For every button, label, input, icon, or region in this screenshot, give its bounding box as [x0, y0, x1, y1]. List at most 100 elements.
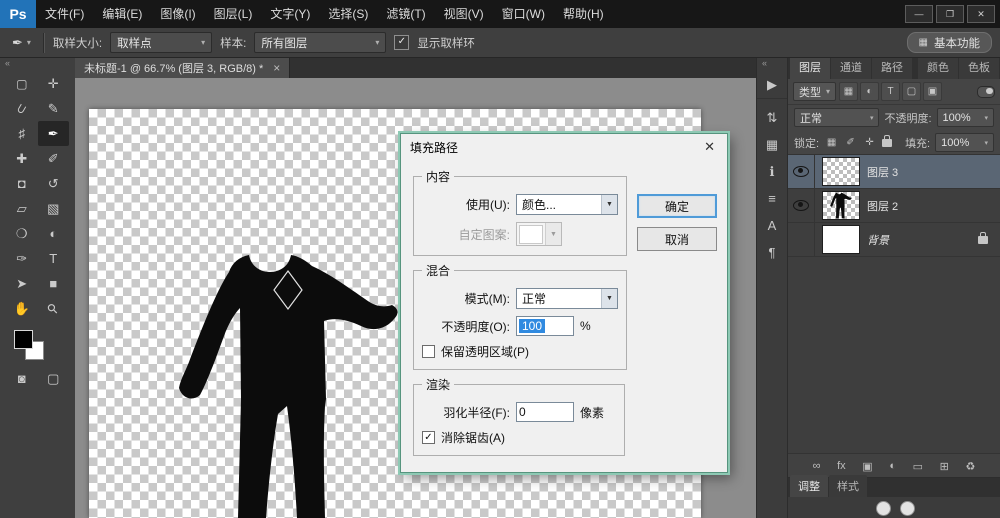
- tab-swatches[interactable]: 色板: [959, 55, 999, 79]
- ok-button[interactable]: 确定: [637, 194, 717, 218]
- tab-paths[interactable]: 路径: [872, 55, 912, 79]
- lock-position-icon[interactable]: ✛: [862, 135, 877, 150]
- lock-pixels-icon[interactable]: ✐: [843, 135, 858, 150]
- filter-pixel-icon[interactable]: ▦: [839, 82, 859, 101]
- adjustment-icon-1[interactable]: [876, 501, 891, 516]
- blur-tool[interactable]: ❍: [6, 221, 38, 246]
- shape-tool[interactable]: ■: [38, 271, 70, 296]
- layer-effects-icon[interactable]: fx: [837, 460, 846, 472]
- link-layers-icon[interactable]: ∞: [813, 460, 821, 472]
- mode-dropdown[interactable]: 正常 ▼: [516, 288, 618, 309]
- collapse-arrows-icon[interactable]: «: [0, 57, 75, 71]
- fill-dropdown[interactable]: 100% ▾: [935, 133, 994, 152]
- healing-brush-tool[interactable]: ✚: [6, 146, 38, 171]
- close-button[interactable]: ✕: [967, 5, 995, 23]
- lock-transparency-icon[interactable]: ▦: [824, 135, 839, 150]
- blend-mode-dropdown[interactable]: 正常 ▾: [794, 108, 880, 127]
- dialog-titlebar[interactable]: 填充路径 ✕: [401, 134, 727, 160]
- layer-group-icon[interactable]: ▭: [913, 460, 923, 473]
- filter-smart-object-icon[interactable]: ▣: [923, 82, 943, 101]
- maximize-button[interactable]: ❐: [936, 5, 964, 23]
- tab-styles[interactable]: 样式: [829, 475, 867, 497]
- cancel-button[interactable]: 取消: [637, 227, 717, 251]
- filter-shape-icon[interactable]: ▢: [902, 82, 922, 101]
- layer-row[interactable]: 图层 2: [788, 189, 1000, 223]
- filter-toggle[interactable]: [977, 85, 995, 98]
- menu-item[interactable]: 选择(S): [319, 0, 377, 28]
- preserve-transparency-checkbox[interactable]: [422, 345, 435, 358]
- character-panel-icon[interactable]: A: [757, 212, 787, 239]
- feather-input[interactable]: 0: [516, 402, 574, 422]
- opacity-dropdown[interactable]: 100% ▾: [936, 108, 994, 127]
- menu-item[interactable]: 滤镜(T): [377, 0, 434, 28]
- pen-tool[interactable]: ✑: [6, 246, 38, 271]
- visibility-toggle[interactable]: [788, 223, 815, 256]
- eyedropper-tool[interactable]: ✒: [37, 121, 69, 146]
- layer-thumbnail[interactable]: [822, 225, 860, 254]
- visibility-toggle[interactable]: [788, 189, 815, 222]
- menu-item[interactable]: 帮助(H): [554, 0, 613, 28]
- visibility-toggle[interactable]: [788, 155, 815, 188]
- move-tool[interactable]: ✛: [38, 71, 70, 96]
- sample-dropdown[interactable]: 所有图层 ▾: [254, 32, 387, 53]
- gradient-tool[interactable]: ▧: [38, 196, 70, 221]
- menu-item[interactable]: 图像(I): [151, 0, 204, 28]
- menu-item[interactable]: 编辑(E): [93, 0, 151, 28]
- screen-mode-tool[interactable]: ▢: [38, 366, 70, 391]
- workspace-switcher-button[interactable]: ▦ 基本功能: [906, 32, 992, 53]
- history-brush-tool[interactable]: ↺: [38, 171, 70, 196]
- menu-item[interactable]: 图层(L): [205, 0, 262, 28]
- lock-all-icon[interactable]: [882, 134, 893, 147]
- hand-tool[interactable]: ✋: [6, 296, 38, 321]
- quick-mask-tool[interactable]: ◙: [6, 366, 38, 391]
- adjustment-icon-2[interactable]: [900, 501, 915, 516]
- brush-tool[interactable]: ✐: [38, 146, 70, 171]
- info-icon[interactable]: ℹ: [757, 158, 787, 185]
- actions-icon[interactable]: ≡: [757, 185, 787, 212]
- use-dropdown[interactable]: 颜色... ▼: [516, 194, 618, 215]
- layer-row[interactable]: 图层 3: [788, 155, 1000, 189]
- eraser-tool[interactable]: ▱: [6, 196, 38, 221]
- menu-item[interactable]: 窗口(W): [493, 0, 554, 28]
- layer-mask-icon[interactable]: ▣: [862, 460, 872, 473]
- type-tool[interactable]: T: [38, 246, 70, 271]
- antialias-checkbox[interactable]: ✓: [422, 431, 435, 444]
- foreground-color-swatch[interactable]: [14, 330, 33, 349]
- marquee-tool[interactable]: ▢: [6, 71, 38, 96]
- sample-size-dropdown[interactable]: 取样点 ▾: [110, 32, 213, 53]
- layer-row[interactable]: 背景: [788, 223, 1000, 257]
- swatches-icon[interactable]: ▦: [757, 131, 787, 158]
- new-layer-icon[interactable]: ⊞: [940, 460, 949, 473]
- tab-channels[interactable]: 通道: [831, 55, 871, 79]
- clone-stamp-tool[interactable]: ◘: [6, 171, 38, 196]
- opacity-input[interactable]: 100: [516, 316, 574, 336]
- quick-select-tool[interactable]: ✎: [38, 96, 70, 121]
- dialog-close-icon[interactable]: ✕: [701, 139, 718, 155]
- layer-thumbnail[interactable]: [822, 157, 860, 186]
- path-select-tool[interactable]: ➤: [6, 271, 38, 296]
- dodge-tool[interactable]: ◐: [38, 221, 70, 246]
- adjustment-layer-icon[interactable]: ◐: [889, 460, 896, 472]
- expand-dock-icon[interactable]: ▶: [757, 71, 787, 99]
- collapse-arrows-icon[interactable]: «: [757, 57, 787, 71]
- navigator-icon[interactable]: ⇅: [757, 104, 787, 131]
- tab-color[interactable]: 颜色: [918, 55, 958, 79]
- paragraph-panel-icon[interactable]: ¶: [757, 239, 787, 266]
- delete-layer-icon[interactable]: ♻: [965, 460, 975, 473]
- crop-tool[interactable]: ♯: [6, 121, 38, 146]
- menu-item[interactable]: 文件(F): [36, 0, 93, 28]
- filter-adjustment-icon[interactable]: ◐: [860, 82, 880, 101]
- filter-kind-dropdown[interactable]: 类型 ▾: [793, 82, 837, 101]
- tool-preset-picker[interactable]: ✒ ▾: [8, 34, 35, 52]
- tab-layers[interactable]: 图层: [790, 55, 830, 79]
- tab-adjustments[interactable]: 调整: [790, 475, 828, 497]
- filter-type-icon[interactable]: T: [881, 82, 901, 101]
- menu-item[interactable]: 视图(V): [435, 0, 493, 28]
- tab-close-icon[interactable]: ×: [273, 61, 280, 75]
- show-sampling-ring-checkbox[interactable]: ✓: [394, 35, 410, 50]
- lasso-tool[interactable]: ⊂: [6, 96, 38, 121]
- zoom-tool[interactable]: ⚲: [38, 296, 70, 321]
- menu-item[interactable]: 文字(Y): [261, 0, 319, 28]
- layer-thumbnail[interactable]: [822, 191, 860, 220]
- minimize-button[interactable]: —: [905, 5, 933, 23]
